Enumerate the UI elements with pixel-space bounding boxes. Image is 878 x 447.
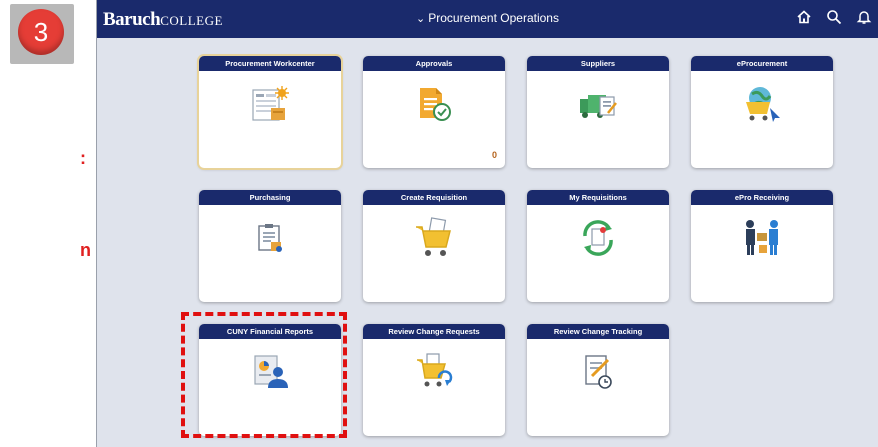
change-tracking-icon — [585, 355, 612, 389]
bell-icon[interactable] — [856, 9, 872, 25]
tile-title: eProcurement — [691, 56, 833, 71]
eprocurement-icon — [746, 87, 780, 122]
approvals-icon — [420, 88, 451, 121]
page-title[interactable]: ⌄ Procurement Operations — [97, 11, 878, 25]
page-title-text: Procurement Operations — [428, 11, 559, 25]
tile-title: Create Requisition — [363, 190, 505, 205]
tile-title: Procurement Workcenter — [199, 56, 341, 71]
workcenter-icon — [252, 86, 289, 121]
tile-suppliers[interactable]: Suppliers — [527, 56, 669, 168]
tile-title: Review Change Requests — [363, 324, 505, 339]
chevron-down-icon: ⌄ — [416, 13, 426, 25]
approvals-count: 0 — [491, 150, 497, 160]
tile-title: ePro Receiving — [691, 190, 833, 205]
highlight-dashed-box — [181, 312, 347, 438]
tile-title: Purchasing — [199, 190, 341, 205]
instruction-panel: 3 : n — [0, 0, 96, 447]
tile-procurement-workcenter[interactable]: Procurement Workcenter — [199, 56, 341, 168]
tile-eprocurement[interactable]: eProcurement — [691, 56, 833, 168]
side-text-fragment: : — [80, 148, 86, 168]
home-icon[interactable] — [796, 9, 812, 25]
tile-review-change-tracking[interactable]: Review Change Tracking — [527, 324, 669, 436]
receiving-icon — [746, 220, 778, 255]
step-number: 3 — [18, 9, 64, 55]
tile-title: My Requisitions — [527, 190, 669, 205]
tile-title: Suppliers — [527, 56, 669, 71]
tile-review-change-requests[interactable]: Review Change Requests — [363, 324, 505, 436]
requisitions-icon — [583, 220, 613, 256]
cart-icon — [416, 217, 451, 256]
purchasing-icon — [258, 224, 282, 252]
tile-title: Review Change Tracking — [527, 324, 669, 339]
step-badge: 3 — [10, 4, 74, 64]
header-banner: BaruchCOLLEGE ⌄ Procurement Operations — [97, 0, 878, 38]
tile-epro-receiving[interactable]: ePro Receiving — [691, 190, 833, 302]
suppliers-icon — [580, 95, 617, 118]
tile-purchasing[interactable]: Purchasing — [199, 190, 341, 302]
tile-my-requisitions[interactable]: My Requisitions — [527, 190, 669, 302]
tile-create-requisition[interactable]: Create Requisition — [363, 190, 505, 302]
side-text-fragment: n — [80, 240, 91, 260]
tile-approvals[interactable]: Approvals 0 — [363, 56, 505, 168]
search-icon[interactable] — [826, 9, 842, 25]
change-requests-icon — [417, 353, 453, 387]
tile-title: Approvals — [363, 56, 505, 71]
